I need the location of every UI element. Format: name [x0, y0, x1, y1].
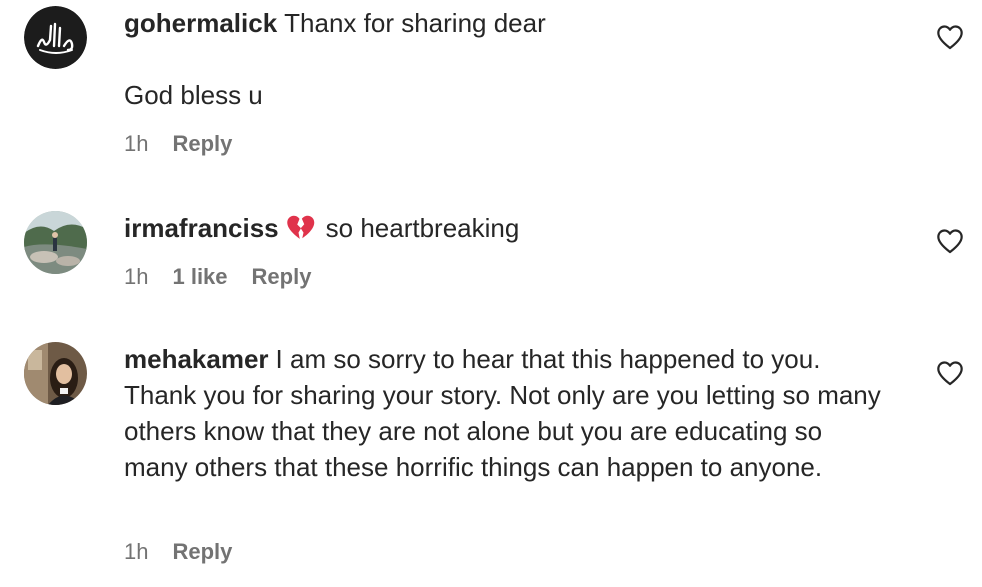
comment-username[interactable]: gohermalick: [124, 8, 277, 38]
like-heart-icon[interactable]: [936, 24, 964, 50]
like-heart-icon[interactable]: [936, 360, 964, 386]
like-heart-icon[interactable]: [936, 228, 964, 254]
avatar[interactable]: [24, 342, 87, 405]
comment-body: mehakamer I am so sorry to hear that this…: [124, 341, 884, 485]
portrait-avatar-icon: [24, 342, 87, 405]
calligraphy-avatar-icon: [24, 6, 87, 69]
avatar[interactable]: [24, 6, 87, 69]
reply-button[interactable]: Reply: [172, 539, 232, 565]
comment-time: 1h: [124, 131, 149, 156]
reply-button[interactable]: Reply: [172, 131, 232, 157]
comment-body: irmafranciss so heartbreaking: [124, 210, 884, 246]
comment-time: 1h: [124, 539, 149, 564]
comment-username[interactable]: irmafranciss: [124, 213, 279, 243]
reply-button[interactable]: Reply: [252, 264, 312, 290]
comment-meta: 1h Reply: [124, 539, 232, 565]
comment-text: Thanx for sharing dear: [284, 8, 546, 38]
comment-text-line: God bless u: [124, 80, 263, 110]
comment-text: so heartbreaking: [325, 213, 520, 243]
comment-meta: 1h Reply: [124, 131, 232, 157]
landscape-avatar-icon: [24, 211, 87, 274]
comment-time: 1h: [124, 264, 149, 289]
comment-meta: 1h 1 like Reply: [124, 264, 311, 290]
avatar[interactable]: [24, 211, 87, 274]
comment-body: gohermalick Thanx for sharing dear: [124, 5, 884, 41]
likes-count-button[interactable]: 1 like: [172, 264, 227, 290]
comment-username[interactable]: mehakamer: [124, 344, 269, 374]
broken-heart-icon: [286, 215, 314, 239]
